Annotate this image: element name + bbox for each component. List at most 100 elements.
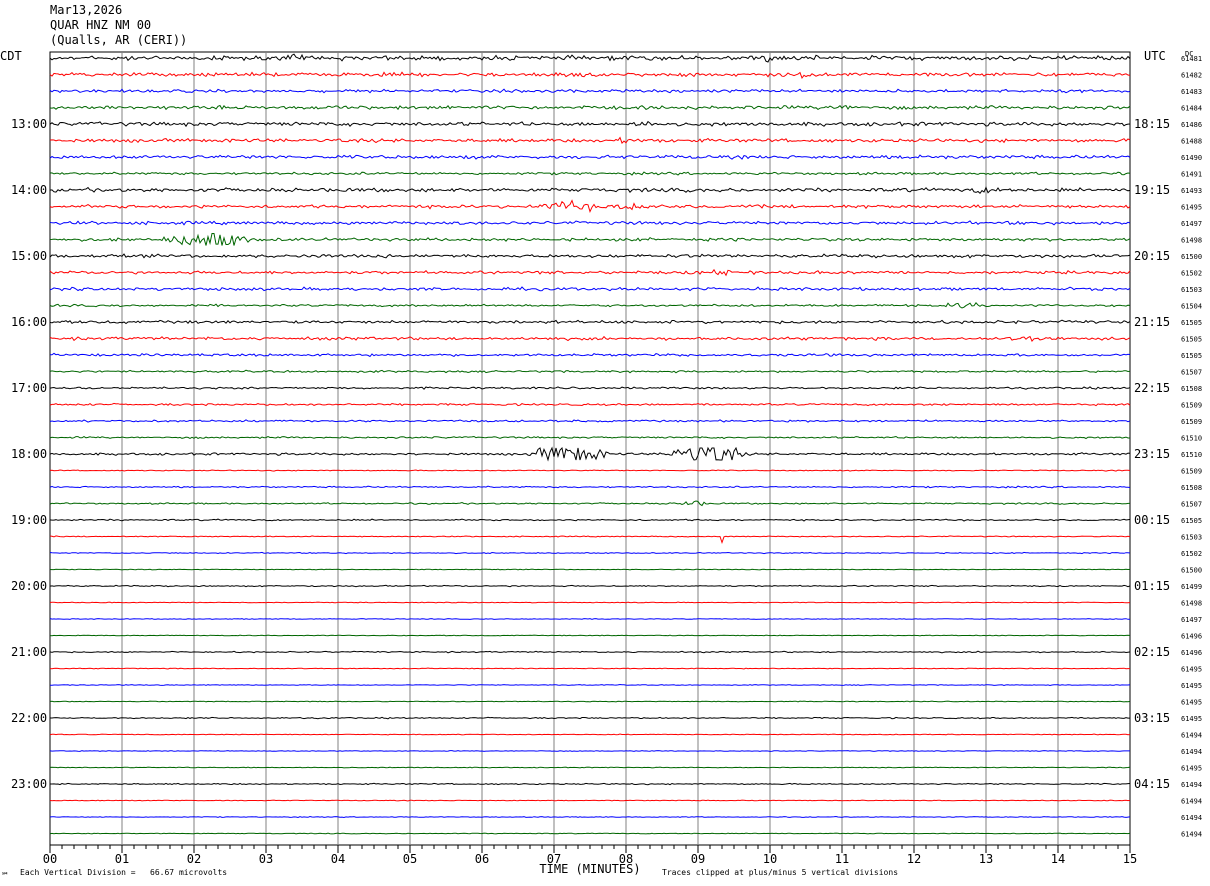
dc-offset-label: 61510 [1181,451,1202,459]
x-tick-label: 04 [331,852,345,866]
left-hour-label: 22:00 [11,711,47,725]
trace-line [49,634,1131,637]
right-hour-label: 04:15 [1134,777,1170,791]
dc-offset-label: 61508 [1181,385,1202,393]
left-hour-label: 13:00 [11,117,47,131]
dc-offset-label: 61483 [1181,88,1202,96]
trace-line [49,154,1131,160]
grid-layer [49,51,1131,853]
trace-line [49,386,1131,390]
trace-line [49,402,1131,407]
trace-line [49,199,1131,214]
trace-line [49,435,1130,440]
trace-line [49,220,1131,226]
dc-offset-label: 61505 [1181,336,1202,344]
dc-offset-label: 61494 [1181,831,1202,839]
dc-offset-label: 61495 [1181,765,1202,773]
dc-offset-label: 61500 [1181,253,1202,261]
dc-offset-label: 61495 [1181,682,1202,690]
dc-offset-label: 61484 [1181,105,1202,113]
trace-line [49,104,1131,111]
dc-offset-label: 61499 [1181,583,1202,591]
x-tick-label: 11 [835,852,849,866]
left-hour-label: 23:00 [11,777,47,791]
dc-offset-label: 61505 [1181,319,1202,327]
x-tick-label: 14 [1051,852,1065,866]
left-hour-label: 20:00 [11,579,47,593]
trace-line [49,319,1131,325]
trace-line [50,782,1131,786]
trace-line [49,369,1131,374]
trace-line [49,750,1130,752]
trace-line [49,667,1130,670]
trace-line [49,286,1131,292]
trace-line [49,301,1131,309]
trace-line [49,832,1131,835]
trace-line [49,419,1131,423]
x-tick-label: 00 [43,852,57,866]
dc-column-title: DC [1185,50,1193,58]
dc-offset-label: 61503 [1181,534,1202,542]
trace-line [49,535,1131,545]
x-tick-label: 02 [187,852,201,866]
left-hour-label: 14:00 [11,183,47,197]
dc-offset-label: 61498 [1181,237,1202,245]
trace-layer [49,53,1131,835]
left-hour-label: 16:00 [11,315,47,329]
seismogram-chart: 00 01 02 03 04 05 06 07 08 09 10 11 12 13 14 1561481614… [0,49,1202,880]
trace-line [49,568,1131,571]
trace-line [49,815,1131,819]
dc-offset-label: 61509 [1181,418,1202,426]
trace-line [49,518,1131,522]
dc-offset-label: 61503 [1181,286,1202,294]
dc-offset-label: 61497 [1181,220,1202,228]
dc-offset-label: 61507 [1181,501,1202,509]
dc-offset-label: 61500 [1181,567,1202,575]
trace-line [49,601,1131,604]
right-hour-label: 03:15 [1134,711,1170,725]
dc-offset-label: 61502 [1181,550,1202,558]
dc-offset-label: 61482 [1181,72,1202,80]
dc-offset-label: 61494 [1181,798,1202,806]
trace-line [49,766,1131,769]
dc-offset-label: 61490 [1181,154,1202,162]
x-tick-label: 03 [259,852,273,866]
trace-line [49,584,1131,588]
trace-line [49,71,1131,80]
dc-offset-label: 61493 [1181,187,1202,195]
dc-offset-label: 61496 [1181,649,1202,657]
trace-line [49,650,1131,654]
x-axis-title: TIME (MINUTES) [539,862,640,876]
dc-offset-label: 61494 [1181,748,1202,756]
trace-line [49,446,1131,462]
x-tick-label: 01 [115,852,129,866]
x-tick-label: 09 [691,852,705,866]
dc-offset-label: 61498 [1181,600,1202,608]
left-hour-label: 19:00 [11,513,47,527]
x-tick-label: 06 [475,852,489,866]
trace-line [49,733,1131,736]
dc-offset-label: 61496 [1181,633,1202,641]
trace-line [49,469,1131,472]
left-hour-label: 15:00 [11,249,47,263]
clip-note: Traces clipped at plus/minus 5 vertical … [662,868,898,877]
trace-line [49,268,1131,277]
x-tick-label: 13 [979,852,993,866]
trace-line [49,352,1131,358]
right-hour-label: 20:15 [1134,249,1170,263]
trace-line [49,88,1131,94]
dc-offset-label: 61486 [1181,121,1202,129]
plot-frame [49,51,1131,846]
x-tick-label: 12 [907,852,921,866]
scale-note: Each Vertical Division = 66.67 microvolt… [20,868,227,877]
right-hour-label: 19:15 [1134,183,1170,197]
dc-offset-label: 61504 [1181,303,1202,311]
corner-mark: ℠ [1,871,9,880]
left-hour-label: 17:00 [11,381,47,395]
trace-line [49,186,1131,195]
label-layer: 00 01 02 03 04 05 06 07 08 09 10 11 12 13 14 1561481614… [11,55,1202,866]
trace-line [49,136,1131,145]
dc-offset-label: 61494 [1181,814,1202,822]
x-tick-label: 10 [763,852,777,866]
dc-offset-label: 61505 [1181,517,1202,525]
